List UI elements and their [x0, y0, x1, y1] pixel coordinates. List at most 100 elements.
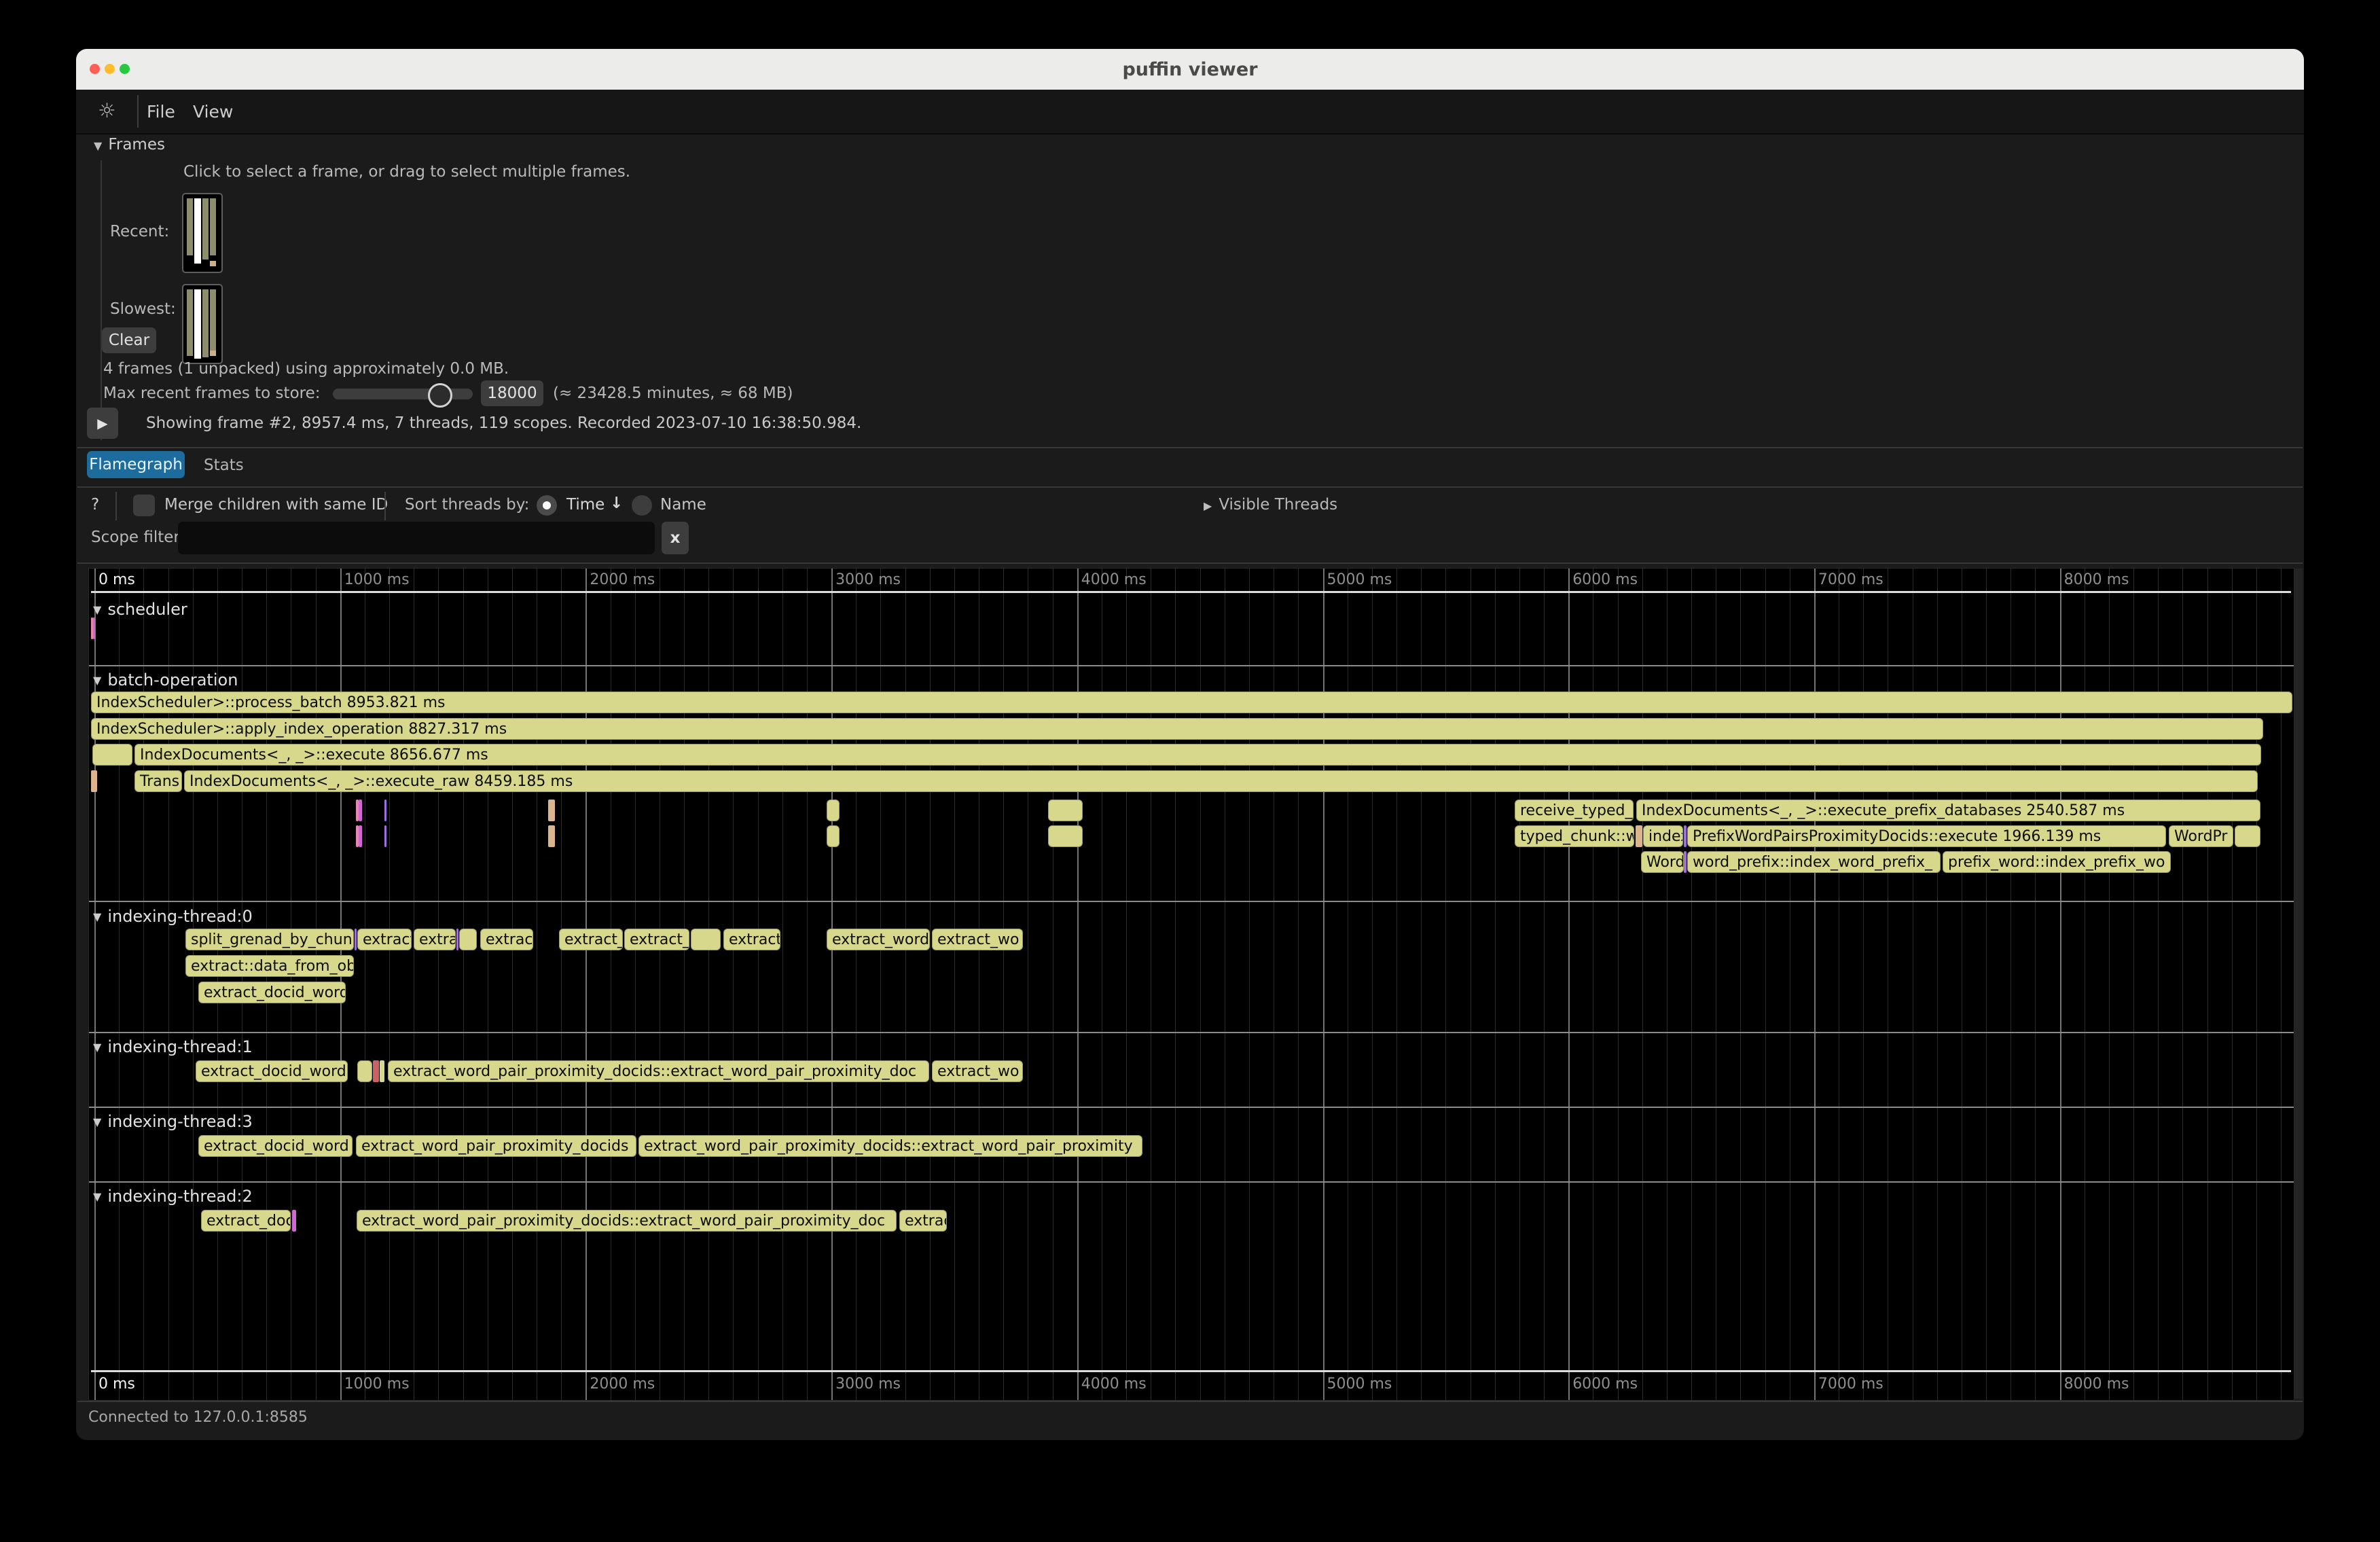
scope-bar[interactable]: typed_chunk::w — [1515, 825, 1634, 847]
sort-name-label: Name — [660, 496, 706, 514]
theme-toggle-icon[interactable]: ☼ — [98, 99, 116, 123]
sort-name-radio[interactable] — [632, 495, 652, 516]
scope-bar[interactable] — [359, 800, 362, 821]
scope-bar[interactable]: extract::data_from_ob — [185, 955, 354, 977]
clear-filter-button[interactable]: x — [662, 522, 689, 554]
scope-bar[interactable] — [93, 617, 95, 639]
scope-bar[interactable] — [1684, 825, 1687, 847]
menu-divider — [137, 95, 139, 128]
scope-bar[interactable] — [359, 825, 362, 847]
axis-tick-label: 1000 ms — [344, 1376, 410, 1393]
scope-bar[interactable]: IndexDocuments<_, _>::execute_prefix_dat… — [1636, 800, 2260, 821]
axis-tick-label: 4000 ms — [1081, 571, 1147, 588]
recent-frame-thumbnail[interactable] — [182, 193, 223, 273]
scope-bar[interactable]: extract_ — [624, 929, 689, 950]
scope-bar[interactable]: Trans — [134, 770, 182, 792]
scope-bar[interactable] — [1048, 825, 1083, 847]
scope-bar[interactable]: extract — [357, 929, 412, 950]
scope-bar[interactable] — [827, 800, 840, 821]
sort-time-radio[interactable] — [537, 495, 557, 516]
thread-group-header-batch-operation[interactable]: ▼batch-operation — [93, 670, 238, 689]
scope-bar[interactable] — [384, 825, 386, 847]
flamegraph-canvas[interactable]: 0 ms0 ms1000 ms1000 ms2000 ms2000 ms3000… — [88, 568, 2294, 1401]
scope-bar[interactable]: WordPr — [2169, 825, 2233, 847]
menu-view[interactable]: View — [193, 102, 233, 122]
thread-group-header-indexing-thread:0[interactable]: ▼indexing-thread:0 — [93, 907, 253, 926]
scope-bar[interactable] — [1684, 851, 1687, 873]
scope-bar[interactable]: extra — [414, 929, 456, 950]
scope-bar[interactable] — [357, 1060, 372, 1082]
scope-bar[interactable] — [2235, 825, 2260, 847]
scope-bar[interactable] — [1636, 825, 1642, 847]
scope-bar[interactable]: IndexDocuments<_, _>::execute 8656.677 m… — [134, 744, 2261, 766]
help-button[interactable]: ? — [91, 496, 99, 514]
slowest-frame-thumbnail[interactable] — [182, 284, 223, 364]
thread-separator — [89, 665, 2294, 666]
axis-tick-label: 6000 ms — [1572, 571, 1638, 588]
scope-bar[interactable] — [380, 1060, 384, 1082]
scope-bar[interactable] — [459, 929, 477, 950]
scope-bar[interactable]: prefix_word::index_prefix_wo — [1943, 851, 2171, 873]
scope-bar[interactable]: extract_docid_word — [196, 1060, 348, 1082]
scope-bar[interactable] — [355, 929, 357, 950]
scope-bar[interactable]: IndexScheduler>::process_batch 8953.821 … — [91, 692, 2292, 713]
scope-bar[interactable] — [92, 744, 132, 766]
slider-knob[interactable] — [428, 383, 452, 408]
thread-group-header-indexing-thread:1[interactable]: ▼indexing-thread:1 — [93, 1037, 253, 1056]
play-button[interactable]: ▶ — [87, 408, 118, 439]
scope-bar[interactable]: extract_docid_word — [198, 1135, 353, 1157]
scope-bar[interactable]: extrac — [899, 1210, 947, 1232]
scope-bar[interactable] — [456, 929, 458, 950]
scope-bar[interactable]: extract_word_pair_proximity_docids::extr… — [357, 1210, 897, 1232]
scope-bar[interactable] — [548, 825, 555, 847]
scope-bar[interactable]: extract_word_pair_proximity_docids — [356, 1135, 636, 1157]
scrollbar[interactable] — [2294, 569, 2303, 1399]
scope-bar[interactable]: extract — [723, 929, 780, 950]
max-frames-label: Max recent frames to store: — [103, 384, 320, 402]
scope-bar[interactable] — [292, 1210, 296, 1232]
frame-extent-line — [91, 1370, 2291, 1372]
scope-bar[interactable]: extract_ — [559, 929, 623, 950]
scope-bar[interactable] — [91, 770, 97, 792]
sort-direction-arrow-icon[interactable]: ↓ — [610, 495, 623, 512]
tab-flamegraph[interactable]: Flamegraph — [87, 451, 185, 478]
scope-bar[interactable]: index — [1643, 825, 1683, 847]
scope-bar[interactable] — [548, 800, 555, 821]
axis-tick-label: 8000 ms — [2064, 1376, 2129, 1393]
visible-threads-toggle[interactable]: ▶Visible Threads — [1204, 496, 1337, 514]
clear-button[interactable]: Clear — [102, 327, 156, 353]
thread-separator — [89, 1107, 2294, 1108]
scope-bar[interactable] — [384, 800, 386, 821]
scope-bar[interactable]: word_prefix::index_word_prefix_ — [1687, 851, 1941, 873]
frame-status: Showing frame #2, 8957.4 ms, 7 threads, … — [146, 414, 861, 432]
thread-group-header-scheduler[interactable]: ▼scheduler — [93, 600, 187, 619]
axis-tick-label: 5000 ms — [1327, 1376, 1392, 1393]
menu-file[interactable]: File — [147, 102, 175, 122]
scope-bar[interactable]: extract_wo — [932, 929, 1023, 950]
scope-bar[interactable]: extract_word_pair_proximity_docids::extr… — [638, 1135, 1142, 1157]
thread-group-header-indexing-thread:2[interactable]: ▼indexing-thread:2 — [93, 1187, 253, 1206]
scope-bar[interactable]: extract_word_pair_proximity_docids::extr… — [388, 1060, 929, 1082]
scope-bar[interactable]: Word — [1641, 851, 1684, 873]
chevron-down-icon: ▼ — [93, 910, 101, 923]
scope-bar[interactable]: PrefixWordPairsProximityDocids::execute … — [1687, 825, 2166, 847]
scope-bar[interactable] — [373, 1060, 379, 1082]
scope-bar[interactable]: receive_typed_ — [1515, 800, 1634, 821]
scope-bar[interactable]: split_grenad_by_chun — [185, 929, 354, 950]
scope-bar[interactable]: extract_doc — [201, 1210, 291, 1232]
scope-bar[interactable]: extract_wo — [932, 1060, 1023, 1082]
scope-bar[interactable]: IndexScheduler>::apply_index_operation 8… — [91, 718, 2263, 740]
scope-bar[interactable]: extract_word — [827, 929, 930, 950]
scope-bar[interactable]: IndexDocuments<_, _>::execute_raw 8459.1… — [184, 770, 2258, 792]
scope-bar[interactable] — [691, 929, 721, 950]
tab-stats[interactable]: Stats — [204, 456, 244, 474]
scope-bar[interactable]: extrac — [480, 929, 533, 950]
thread-group-header-indexing-thread:3[interactable]: ▼indexing-thread:3 — [93, 1112, 253, 1131]
scope-bar[interactable] — [1048, 800, 1083, 821]
max-frames-value[interactable]: 18000 — [481, 380, 543, 406]
scope-filter-input[interactable] — [178, 522, 655, 554]
scope-bar[interactable] — [827, 825, 840, 847]
merge-children-checkbox[interactable] — [133, 495, 155, 516]
scope-bar[interactable]: extract_docid_word — [198, 982, 346, 1003]
frames-section-toggle[interactable]: ▼Frames — [94, 136, 165, 154]
